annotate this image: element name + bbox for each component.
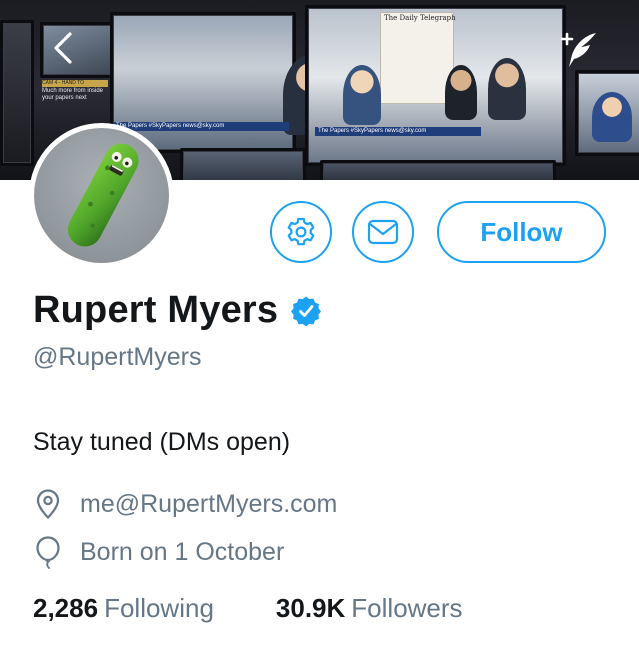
- chevron-left-icon: [54, 32, 72, 64]
- banner-ticker: The Papers #SkyPapers news@sky.com: [315, 127, 481, 136]
- display-name: Rupert Myers: [33, 289, 279, 331]
- location-pin-icon: [33, 488, 63, 520]
- banner-ticker: The Papers #SkyPapers news@sky.com: [113, 122, 289, 131]
- banner-screen: [180, 148, 306, 180]
- banner-screen: [320, 160, 556, 180]
- display-name-row: Rupert Myers: [33, 289, 322, 332]
- followers-count: 30.9K: [275, 593, 346, 623]
- banner-person: [488, 58, 526, 120]
- following-label: Following: [104, 593, 214, 623]
- website-row: me@RupertMyers.com: [33, 488, 337, 520]
- birthday-row: Born on 1 October: [33, 536, 285, 569]
- pickle-icon: [67, 143, 139, 247]
- banner-newspaper: The Daily Telegraph: [380, 12, 456, 104]
- followers-label: Followers: [351, 593, 463, 623]
- banner-side-label: CAM 4 - HAND TO: [42, 80, 108, 87]
- back-button[interactable]: [48, 30, 78, 66]
- banner-screen: [0, 20, 34, 166]
- following-stat[interactable]: 2,286 Following: [33, 593, 214, 624]
- verified-badge-icon: [290, 295, 322, 327]
- follow-stats: 2,286 Following 30.9K Followers: [33, 593, 463, 624]
- compose-tweet-icon: [560, 32, 596, 67]
- follow-button[interactable]: Follow: [437, 201, 606, 263]
- banner-person: [445, 65, 477, 120]
- balloon-icon: [33, 536, 63, 569]
- avatar[interactable]: [29, 123, 174, 268]
- envelope-icon: [367, 219, 399, 245]
- birthday-text: Born on 1 October: [80, 537, 285, 566]
- website-link[interactable]: me@RupertMyers.com: [80, 490, 337, 519]
- banner-side-caption: Much more from inside your papers next: [42, 88, 104, 101]
- gear-icon: [287, 217, 315, 246]
- handle: @RupertMyers: [33, 343, 202, 371]
- banner-person: [592, 92, 632, 142]
- newspaper-masthead: The Daily Telegraph: [384, 14, 456, 22]
- banner-side-text: CAM 4 - HAND TO Much more from inside yo…: [42, 80, 108, 102]
- banner-person: [343, 65, 381, 125]
- message-button[interactable]: [352, 201, 414, 263]
- followers-stat[interactable]: 30.9K Followers: [276, 593, 463, 624]
- following-count: 2,286: [33, 593, 99, 623]
- bio: Stay tuned (DMs open): [33, 428, 291, 456]
- compose-tweet-button[interactable]: [555, 28, 601, 72]
- pickle-avatar: [34, 128, 169, 263]
- settings-button[interactable]: [270, 201, 332, 263]
